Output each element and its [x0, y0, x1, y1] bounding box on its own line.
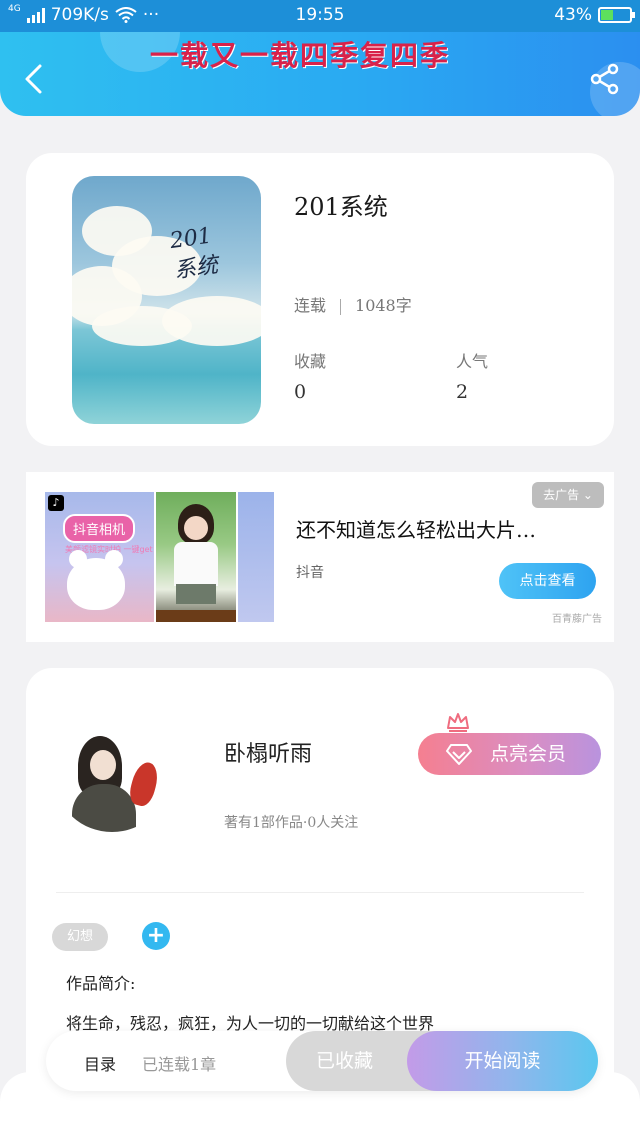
book-info-card: 201 系统 201系统 连载 1048字 收藏 0 人气 2 — [26, 153, 614, 446]
vip-button[interactable]: 点亮会员 — [418, 733, 601, 775]
status-bar: 4G 709K/s ··· 19:55 43% — [0, 0, 640, 32]
ad-image-girl — [156, 492, 236, 622]
author-avatar[interactable] — [56, 728, 168, 832]
girl-face — [184, 516, 208, 540]
popularity-label: 人气 — [456, 352, 489, 371]
ad-source: 抖音 — [296, 565, 324, 581]
book-title: 201系统 — [294, 193, 388, 221]
ad-image-pill: 抖音相机 — [63, 514, 136, 543]
tag-chip[interactable]: 幻想 — [52, 923, 108, 951]
cover-cloud — [92, 306, 192, 346]
toc-button[interactable]: 目录 — [84, 1051, 116, 1075]
author-name[interactable]: 卧榻听雨 — [224, 736, 312, 768]
avatar-robe — [72, 784, 136, 832]
book-word-count: 1048字 — [355, 296, 412, 315]
add-tag-button[interactable]: + — [142, 922, 170, 950]
ad-title[interactable]: 还不知道怎么轻松出大片… — [296, 514, 536, 543]
ad-image-sticker — [238, 492, 274, 622]
book-status: 连载 — [294, 296, 327, 315]
share-icon[interactable] — [588, 62, 622, 96]
start-reading-button[interactable]: 开始阅读 — [407, 1031, 598, 1091]
status-time: 19:55 — [295, 5, 345, 25]
ad-view-button[interactable]: 点击查看 — [499, 563, 596, 599]
status-divider — [340, 298, 342, 315]
header: 一载又一载四季复四季 — [0, 32, 640, 116]
intro-label: 作品简介: — [66, 974, 136, 993]
chapter-progress: 已连载1章 — [142, 1055, 217, 1074]
ad-image-camera: ♪ 抖音相机 美颜滤镜实时拍 一键get — [45, 492, 154, 622]
ad-banner[interactable]: ♪ 抖音相机 美颜滤镜实时拍 一键get 去广告 ⌄ 还不知道怎么轻松出大片… … — [26, 472, 614, 642]
tiktok-logo-icon: ♪ — [48, 495, 64, 511]
book-cover[interactable]: 201 系统 — [72, 176, 261, 424]
favorites-value: 0 — [294, 381, 307, 403]
avatar-face — [90, 750, 116, 780]
author-meta: 著有1部作品·0人关注 — [224, 815, 359, 831]
cover-title-art: 201 系统 — [168, 221, 220, 287]
bottom-action-bar: 目录 已连载1章 已收藏 开始阅读 — [46, 1031, 598, 1091]
girl-skirt — [176, 584, 216, 604]
book-status-line: 连载 1048字 — [294, 292, 412, 316]
header-title-art: 一载又一载四季复四季 — [150, 39, 451, 72]
status-right: 43% — [554, 5, 635, 25]
ad-caption-strip — [156, 610, 236, 622]
diamond-icon — [446, 744, 472, 765]
avatar-bird — [126, 759, 162, 809]
divider — [56, 892, 584, 893]
back-icon[interactable] — [18, 62, 52, 96]
bear-illustration — [67, 550, 125, 610]
vip-button-label: 点亮会员 — [490, 743, 567, 765]
crown-icon — [447, 713, 469, 732]
cover-title-line2: 系统 — [172, 252, 220, 284]
battery-percent: 43% — [554, 5, 592, 25]
popularity-value: 2 — [456, 381, 469, 403]
ad-provider-label: 百青藤广告 — [552, 614, 602, 625]
battery-icon — [598, 7, 635, 23]
ad-close-button[interactable]: 去广告 ⌄ — [532, 482, 604, 508]
girl-shirt — [174, 542, 218, 586]
favorites-label: 收藏 — [294, 352, 327, 371]
